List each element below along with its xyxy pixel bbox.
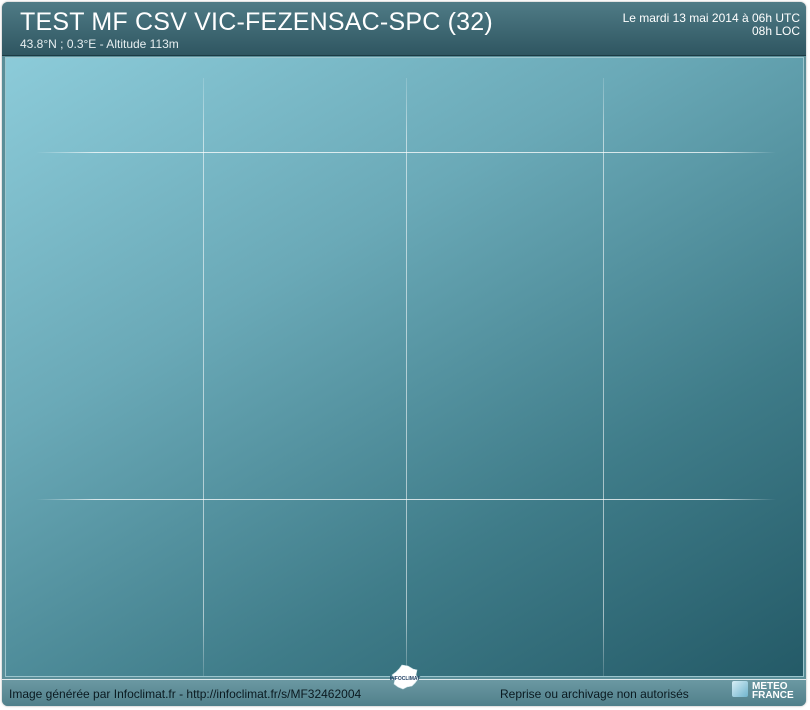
- meteo-logo-line2: FRANCE: [752, 690, 794, 701]
- footer-credit[interactable]: Image générée par Infoclimat.fr - http:/…: [9, 687, 361, 701]
- footer-rights: Reprise ou archivage non autorisés: [500, 687, 689, 701]
- page-title: TEST MF CSV VIC-FEZENSAC-SPC (32): [20, 8, 493, 36]
- meteo-france-mark: [732, 681, 748, 697]
- date-utc: Le mardi 13 mai 2014 à 06h UTC: [622, 11, 800, 25]
- meteo-france-icon: METEO FRANCE: [730, 679, 800, 705]
- header: TEST MF CSV VIC-FEZENSAC-SPC (32) 43.8°N…: [2, 2, 806, 56]
- plot-area: [5, 57, 804, 677]
- grid-line-vertical: [406, 78, 407, 676]
- chart-frame: TEST MF CSV VIC-FEZENSAC-SPC (32) 43.8°N…: [2, 2, 806, 706]
- grid-lines: [36, 78, 776, 676]
- grid-line-vertical: [603, 78, 604, 676]
- france-map-icon: INFOCLIMAT: [386, 663, 424, 691]
- grid-line-vertical: [203, 78, 204, 676]
- station-coordinates: 43.8°N ; 0.3°E - Altitude 113m: [20, 37, 179, 51]
- infoclimat-logo-text: INFOCLIMAT: [390, 676, 420, 682]
- date-local: 08h LOC: [751, 24, 800, 38]
